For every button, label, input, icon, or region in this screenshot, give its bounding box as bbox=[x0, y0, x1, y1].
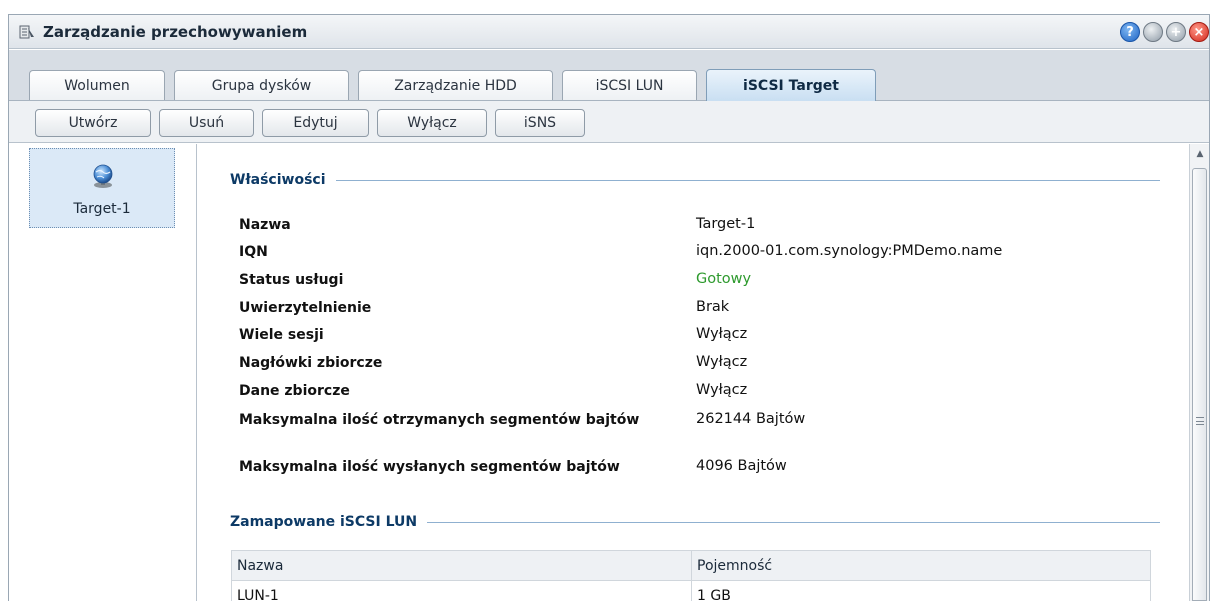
globe-icon bbox=[93, 164, 113, 188]
prop-value-authentication: Brak bbox=[696, 299, 730, 315]
prop-label-multi-session: Wiele sesji bbox=[239, 327, 324, 343]
prop-value-service-status: Gotowy bbox=[696, 271, 752, 287]
column-header-name[interactable]: Nazwa bbox=[231, 550, 692, 581]
create-button[interactable]: Utwórz bbox=[35, 109, 151, 137]
prop-value-header-digest: Wyłącz bbox=[696, 354, 748, 370]
section-divider bbox=[335, 179, 1160, 181]
table-row[interactable]: LUN-1 1 GB bbox=[231, 580, 1151, 601]
tab-bar: Wolumen Grupa dysków Zarządzanie HDD iSC… bbox=[9, 50, 1209, 101]
tab-zarzadzanie-hdd[interactable]: Zarządzanie HDD bbox=[358, 70, 553, 100]
edit-button[interactable]: Edytuj bbox=[262, 109, 369, 137]
tab-wolumen[interactable]: Wolumen bbox=[29, 70, 165, 100]
tab-grupa-dyskow[interactable]: Grupa dysków bbox=[174, 70, 349, 100]
mapped-lun-table: Nazwa Pojemność LUN-1 1 GB bbox=[231, 550, 1151, 601]
lun-name-cell: LUN-1 bbox=[231, 580, 692, 601]
prop-label-iqn: IQN bbox=[239, 244, 268, 260]
properties-section-heading: Właściwości bbox=[230, 172, 1160, 188]
prop-value-name: Target-1 bbox=[696, 216, 756, 232]
target-list-item[interactable]: Target-1 bbox=[29, 148, 175, 228]
prop-value-data-digest: Wyłącz bbox=[696, 382, 748, 398]
scrollbar-grip-icon bbox=[1196, 417, 1204, 425]
prop-value-max-send-segment: 4096 Bajtów bbox=[696, 458, 787, 474]
mapped-lun-section-title: Zamapowane iSCSI LUN bbox=[230, 514, 418, 530]
prop-label-authentication: Uwierzytelnienie bbox=[239, 300, 372, 316]
isns-button[interactable]: iSNS bbox=[495, 109, 585, 137]
scrollbar-thumb[interactable] bbox=[1192, 168, 1207, 601]
title-bar[interactable]: Zarządzanie przechowywaniem ? + × bbox=[9, 15, 1209, 49]
window-title: Zarządzanie przechowywaniem bbox=[43, 23, 308, 41]
prop-label-header-digest: Nagłówki zbiorcze bbox=[239, 355, 383, 371]
properties-panel: Właściwości Nazwa Target-1 IQN iqn.2000-… bbox=[198, 144, 1189, 601]
prop-label-name: Nazwa bbox=[239, 217, 291, 233]
help-icon[interactable]: ? bbox=[1120, 22, 1140, 42]
lun-capacity-cell: 1 GB bbox=[691, 580, 1151, 601]
prop-label-service-status: Status usługi bbox=[239, 272, 344, 288]
close-icon[interactable]: × bbox=[1189, 22, 1209, 42]
storage-manager-window: Zarządzanie przechowywaniem ? + × Wolume… bbox=[8, 14, 1210, 601]
prop-label-max-recv-segment: Maksymalna ilość otrzymanych segmentów b… bbox=[239, 412, 640, 428]
prop-label-max-send-segment: Maksymalna ilość wysłanych segmentów baj… bbox=[239, 459, 620, 475]
toolbar: Utwórz Usuń Edytuj Wyłącz iSNS bbox=[9, 101, 1209, 143]
delete-button[interactable]: Usuń bbox=[159, 109, 254, 137]
target-name-label: Target-1 bbox=[73, 201, 131, 217]
maximize-icon[interactable]: + bbox=[1166, 22, 1186, 42]
window-controls: ? + × bbox=[1120, 22, 1209, 42]
prop-value-iqn: iqn.2000-01.com.synology:PMDemo.name bbox=[696, 243, 1003, 259]
disable-button[interactable]: Wyłącz bbox=[377, 109, 487, 137]
scroll-up-arrow-icon[interactable]: ▲ bbox=[1190, 144, 1210, 164]
storage-manager-icon bbox=[19, 25, 34, 39]
section-divider bbox=[427, 521, 1160, 523]
tab-iscsi-target[interactable]: iSCSI Target bbox=[706, 69, 876, 101]
prop-label-data-digest: Dane zbiorcze bbox=[239, 383, 350, 399]
prop-value-max-recv-segment: 262144 Bajtów bbox=[696, 411, 806, 427]
prop-value-multi-session: Wyłącz bbox=[696, 326, 748, 342]
properties-section-title: Właściwości bbox=[230, 172, 326, 188]
vertical-scrollbar[interactable]: ▲ bbox=[1189, 144, 1209, 601]
column-header-capacity[interactable]: Pojemność bbox=[691, 550, 1151, 581]
minimize-icon[interactable] bbox=[1143, 22, 1163, 42]
tab-iscsi-lun[interactable]: iSCSI LUN bbox=[562, 70, 697, 100]
mapped-lun-section-heading: Zamapowane iSCSI LUN bbox=[230, 514, 1160, 530]
table-header-row: Nazwa Pojemność bbox=[231, 550, 1151, 581]
target-list: Target-1 bbox=[9, 144, 197, 601]
